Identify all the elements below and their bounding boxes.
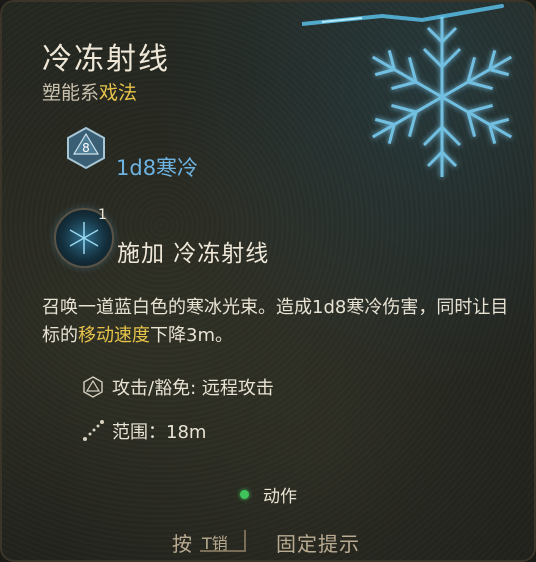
damage-text: 1d8寒冷 (116, 156, 199, 180)
spell-description: 召唤一道蓝白色的寒冰光束。造成1d8寒冷伤害，同时让目标的移动速度下降3m。 (42, 294, 512, 350)
school-type: 戏法 (99, 82, 138, 104)
description-part2: 下降3m。 (150, 325, 233, 346)
description-highlight: 移动速度 (78, 325, 150, 346)
range-row: 范围：18m (82, 418, 206, 444)
d20-die-icon: 8 (67, 126, 105, 170)
action-label: 动作 (263, 487, 297, 507)
spell-school: 塑能系戏法 (42, 78, 137, 105)
pin-hint: 按 T销 固定提示 (2, 528, 534, 558)
hotkey-label[interactable]: T销 (200, 530, 246, 553)
attack-label: 攻击/豁免: 远程攻击 (112, 378, 274, 399)
pin-tooltip-label: 固定提示 (276, 532, 360, 556)
snowflake-decor-icon (362, 17, 522, 179)
press-label: 按 (172, 532, 192, 556)
cast-label: 施加 冷冻射线 (117, 241, 270, 267)
action-cost: 动作 (240, 482, 297, 507)
spell-title: 冷冻射线 (42, 42, 170, 77)
d20-outline-icon (83, 376, 103, 398)
range-label: 范围：18m (112, 422, 207, 443)
spell-tooltip: 冷冻射线 塑能系戏法 8 1d8寒冷 1 施加 冷冻射线 召唤一道蓝白色的寒冰光… (0, 0, 536, 562)
school-prefix: 塑能系 (42, 82, 100, 104)
dotted-line-range-icon (83, 420, 104, 441)
attack-row: 攻击/豁免: 远程攻击 (82, 374, 274, 400)
green-action-dot-icon (240, 490, 249, 499)
spell-slot-count: 1 (98, 207, 107, 223)
die-value: 8 (82, 141, 90, 155)
